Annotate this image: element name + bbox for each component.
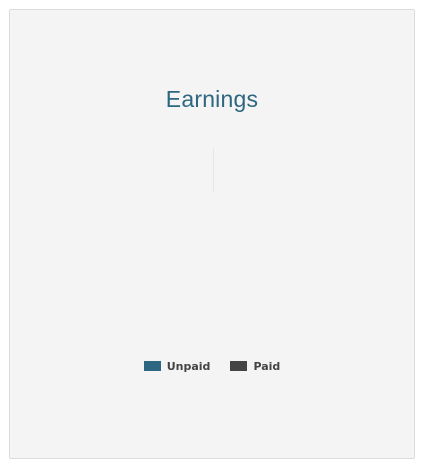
chart-title: Earnings — [165, 86, 259, 112]
chart-canvas — [213, 148, 214, 193]
legend-item-paid[interactable]: Paid — [230, 360, 280, 373]
legend-swatch-unpaid — [143, 361, 161, 371]
earnings-card: Earnings Unpaid Paid — [9, 9, 415, 459]
chart-area — [10, 135, 414, 335]
legend-label-paid: Paid — [253, 359, 281, 373]
chart-legend: Unpaid Paid — [10, 357, 414, 375]
legend-label-unpaid: Unpaid — [166, 359, 211, 373]
legend-item-unpaid[interactable]: Unpaid — [143, 359, 211, 373]
legend-swatch-paid — [230, 361, 248, 371]
